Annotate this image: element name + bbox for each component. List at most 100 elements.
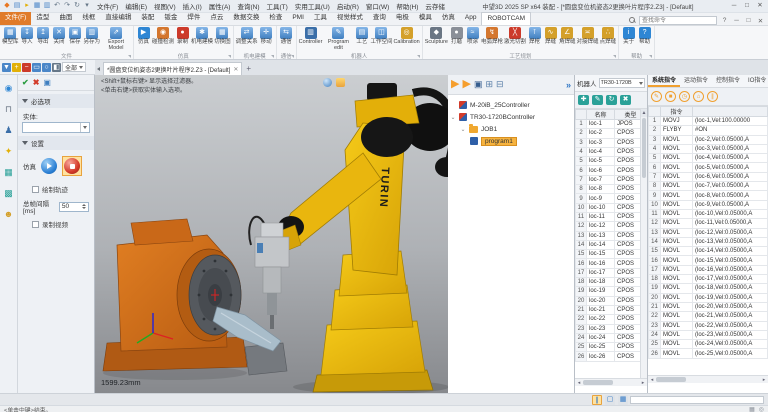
ribbon-tab[interactable]: PMI [287, 12, 309, 25]
scroll-right-icon[interactable]: ▸ [639, 380, 647, 386]
apply-icon[interactable]: ▣ [43, 78, 51, 87]
ribbon-tab[interactable]: 文件(F) [0, 12, 31, 25]
instruction-row[interactable]: 14MOVL(loc-13,Vel:0.05000,A [649, 237, 768, 246]
ribbon-button[interactable]: ●打磨 [449, 27, 464, 46]
location-row[interactable]: 4loc-4CPOS [576, 147, 647, 156]
spin-down-icon[interactable] [82, 207, 86, 209]
instruction-row[interactable]: 9MOVL(loc-8,Vel:0.05000,A [649, 191, 768, 200]
filter-scope-select[interactable]: 全部 [62, 62, 86, 72]
quick-access-icon[interactable]: ↷ [63, 2, 71, 10]
ok-icon[interactable]: ✔ [22, 78, 29, 87]
tab-motion-instructions[interactable]: 运动指令 [680, 75, 712, 87]
ribbon-tab[interactable]: 钣金 [159, 12, 182, 25]
instruction-row[interactable]: 21MOVL(loc-20,Vel:0.05000,A [649, 302, 768, 311]
ribbon-button[interactable]: ▣保存 [68, 27, 83, 46]
draw-track-checkbox[interactable] [32, 186, 39, 193]
record-video-checkbox[interactable] [32, 221, 39, 228]
location-row[interactable]: 2loc-2CPOS [576, 129, 647, 138]
scroll-left-icon[interactable]: ◂ [648, 377, 656, 383]
ribbon-button[interactable]: ●录制 [175, 27, 190, 46]
ribbon-button[interactable]: ◆Sculpture [425, 27, 448, 46]
location-row[interactable]: 19loc-19CPOS [576, 287, 647, 296]
location-row[interactable]: 20loc-20CPOS [576, 296, 647, 305]
tree-item-job[interactable]: ⌄ JOB1 [450, 123, 572, 135]
required-section-header[interactable]: 必选项 [18, 94, 94, 108]
location-row[interactable]: 1loc-1JPOS [576, 120, 647, 129]
ribbon-button[interactable]: ⇄调整关系 [236, 27, 258, 46]
filter-icon[interactable]: + [12, 63, 21, 72]
instruction-row[interactable]: 20MOVL(loc-19,Vel:0.05000,A [649, 293, 768, 302]
group-expander-icon[interactable] [128, 55, 131, 58]
group-expander-icon[interactable] [649, 55, 652, 58]
record-simulation-icon[interactable]: ▣ [474, 78, 483, 91]
menu-item[interactable]: 工具(T) [264, 1, 291, 11]
spin-up-icon[interactable] [82, 204, 86, 206]
run-simulation-icon[interactable]: ▶ [451, 78, 459, 91]
entity-input[interactable] [22, 122, 90, 133]
quick-access-icon[interactable]: ▾ [83, 2, 91, 10]
ribbon-button[interactable]: ▦切换图 [214, 27, 231, 46]
edit-instruction-icon[interactable]: ✎ [651, 91, 662, 102]
filter-icon[interactable]: ▼ [2, 63, 11, 72]
instruction-row[interactable]: 5MOVL(loc-4,Vel:0.05000,A [649, 154, 768, 163]
instruction-row[interactable]: 1MOVJ(loc-1,Vel:100.00000 [649, 117, 768, 126]
menu-item[interactable]: 文件(F) [94, 1, 121, 11]
minimize-icon[interactable]: ─ [728, 1, 740, 11]
location-row[interactable]: 14loc-14CPOS [576, 240, 647, 249]
instruction-row[interactable]: 7MOVL(loc-6,Vel:0.05000,A [649, 172, 768, 181]
ribbon-tab[interactable]: App [460, 12, 482, 25]
menu-item[interactable]: 帮助(H) [393, 1, 421, 11]
close-icon[interactable]: ✕ [754, 1, 766, 11]
menu-item[interactable]: 云存储 [422, 1, 448, 11]
ribbon-tab[interactable]: 装配 [136, 12, 159, 25]
instruction-row[interactable]: 19MOVL(loc-18,Vel:0.05000,A [649, 284, 768, 293]
group-expander-icon[interactable] [613, 55, 616, 58]
vertical-scrollbar[interactable]: ▲ [640, 109, 647, 386]
instruction-row[interactable]: 15MOVL(loc-14,Vel:0.05000,A [649, 247, 768, 256]
ribbon-tab[interactable]: 电极 [391, 12, 414, 25]
grid-toggle-icon[interactable]: ▦ [749, 406, 755, 412]
minimize-doc-icon[interactable]: ─ [732, 17, 741, 24]
location-row[interactable]: 5loc-5CPOS [576, 157, 647, 166]
ribbon-button[interactable]: ✛移动 [259, 27, 274, 46]
ribbon-button[interactable]: ⇗Export Model [101, 27, 131, 52]
ribbon-tab[interactable]: 点云 [205, 12, 228, 25]
horizontal-scrollbar[interactable]: ◂ ▸ [648, 375, 768, 383]
pause-playback-icon[interactable]: ∥ [592, 395, 602, 405]
snapshot-icon[interactable] [336, 78, 345, 87]
ribbon-button[interactable]: ∴点焊缝 [600, 27, 617, 46]
panel-strip-icon[interactable]: ▩ [3, 188, 14, 199]
instruction-row[interactable]: 24MOVL(loc-23,Vel:0.05000,A [649, 330, 768, 339]
robot-select[interactable]: TR30-1720B [599, 78, 646, 88]
location-row[interactable]: 18loc-18CPOS [576, 278, 647, 287]
location-row[interactable]: 26loc-26CPOS [576, 352, 647, 361]
filter-icon[interactable]: ▭ [32, 63, 41, 72]
home-instruction-icon[interactable]: ⌂ [693, 91, 704, 102]
menu-item[interactable]: 属性(A) [206, 1, 234, 11]
ribbon-button[interactable]: ╳激光切割 [504, 27, 526, 46]
tab-io-instructions[interactable]: IO指令 [744, 75, 768, 87]
ribbon-button[interactable]: ≈喷涂 [465, 27, 480, 46]
run-step-icon[interactable]: ▶ [462, 78, 470, 91]
restore-doc-icon[interactable]: □ [744, 17, 753, 24]
instruction-row[interactable]: 8MOVL(loc-7,Vel:0.05000,A [649, 182, 768, 191]
location-row[interactable]: 12loc-12CPOS [576, 222, 647, 231]
group-expander-icon[interactable] [291, 55, 294, 58]
tab-control-instructions[interactable]: 控制指令 [712, 75, 744, 87]
edit-location-icon[interactable]: ✎ [592, 95, 603, 105]
panel-strip-icon[interactable]: ✦ [3, 146, 14, 157]
location-row[interactable]: 22loc-22CPOS [576, 315, 647, 324]
entity-dropdown-icon[interactable] [80, 123, 89, 132]
ribbon-button[interactable]: ▥另存为 [84, 27, 101, 46]
ribbon-tab[interactable]: 造型 [31, 12, 54, 25]
location-row[interactable]: 6loc-6CPOS [576, 166, 647, 175]
instruction-row[interactable]: 10MOVL(loc-9,Vel:0.05000,A [649, 200, 768, 209]
stop-button[interactable] [64, 158, 80, 174]
viewport-3d[interactable]: TURIN [95, 75, 448, 393]
ribbon-tab[interactable]: 焊件 [182, 12, 205, 25]
location-row[interactable]: 23loc-23CPOS [576, 324, 647, 333]
ribbon-tab[interactable]: ROBOTCAM [481, 12, 531, 25]
menu-item[interactable]: 窗口(W) [363, 1, 392, 11]
instruction-row[interactable]: 13MOVL(loc-12,Vel:0.05000,A [649, 228, 768, 237]
panel-strip-icon[interactable]: ☻ [3, 209, 14, 220]
